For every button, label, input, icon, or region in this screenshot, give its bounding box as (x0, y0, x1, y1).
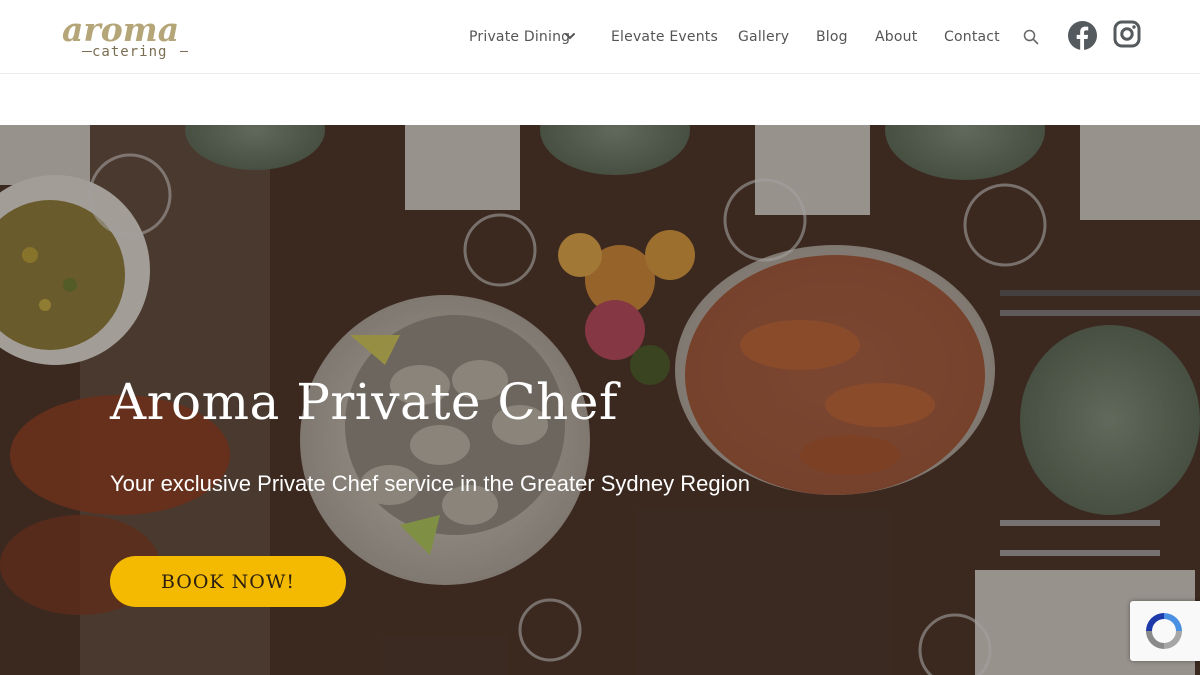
recaptcha-badge[interactable] (1130, 601, 1200, 661)
nav-item-blog[interactable]: Blog (816, 27, 848, 47)
nav-item-gallery[interactable]: Gallery (738, 27, 789, 47)
logo-tagline: catering (92, 44, 168, 60)
aroma-catering-logo[interactable]: aroma catering (62, 10, 202, 64)
nav-item-private-dining[interactable]: Private Dining (469, 27, 570, 47)
hero-subtitle: Your exclusive Private Chef service in t… (110, 471, 750, 496)
hero-title: Aroma Private Chef (110, 373, 618, 431)
instagram-icon[interactable] (1113, 20, 1141, 48)
hero-section: Aroma Private Chef Your exclusive Privat… (0, 125, 1200, 675)
facebook-icon[interactable] (1067, 20, 1098, 51)
site-header: aroma catering Private Dining Elevate Ev… (0, 0, 1200, 74)
nav-item-about[interactable]: About (875, 27, 917, 47)
book-now-button[interactable]: BOOK NOW! (110, 556, 346, 607)
search-icon[interactable] (1023, 29, 1039, 45)
nav-item-elevate-events[interactable]: Elevate Events (611, 27, 718, 47)
chevron-down-icon[interactable] (564, 30, 576, 42)
nav-item-contact[interactable]: Contact (944, 27, 1000, 47)
recaptcha-icon (1146, 613, 1182, 649)
